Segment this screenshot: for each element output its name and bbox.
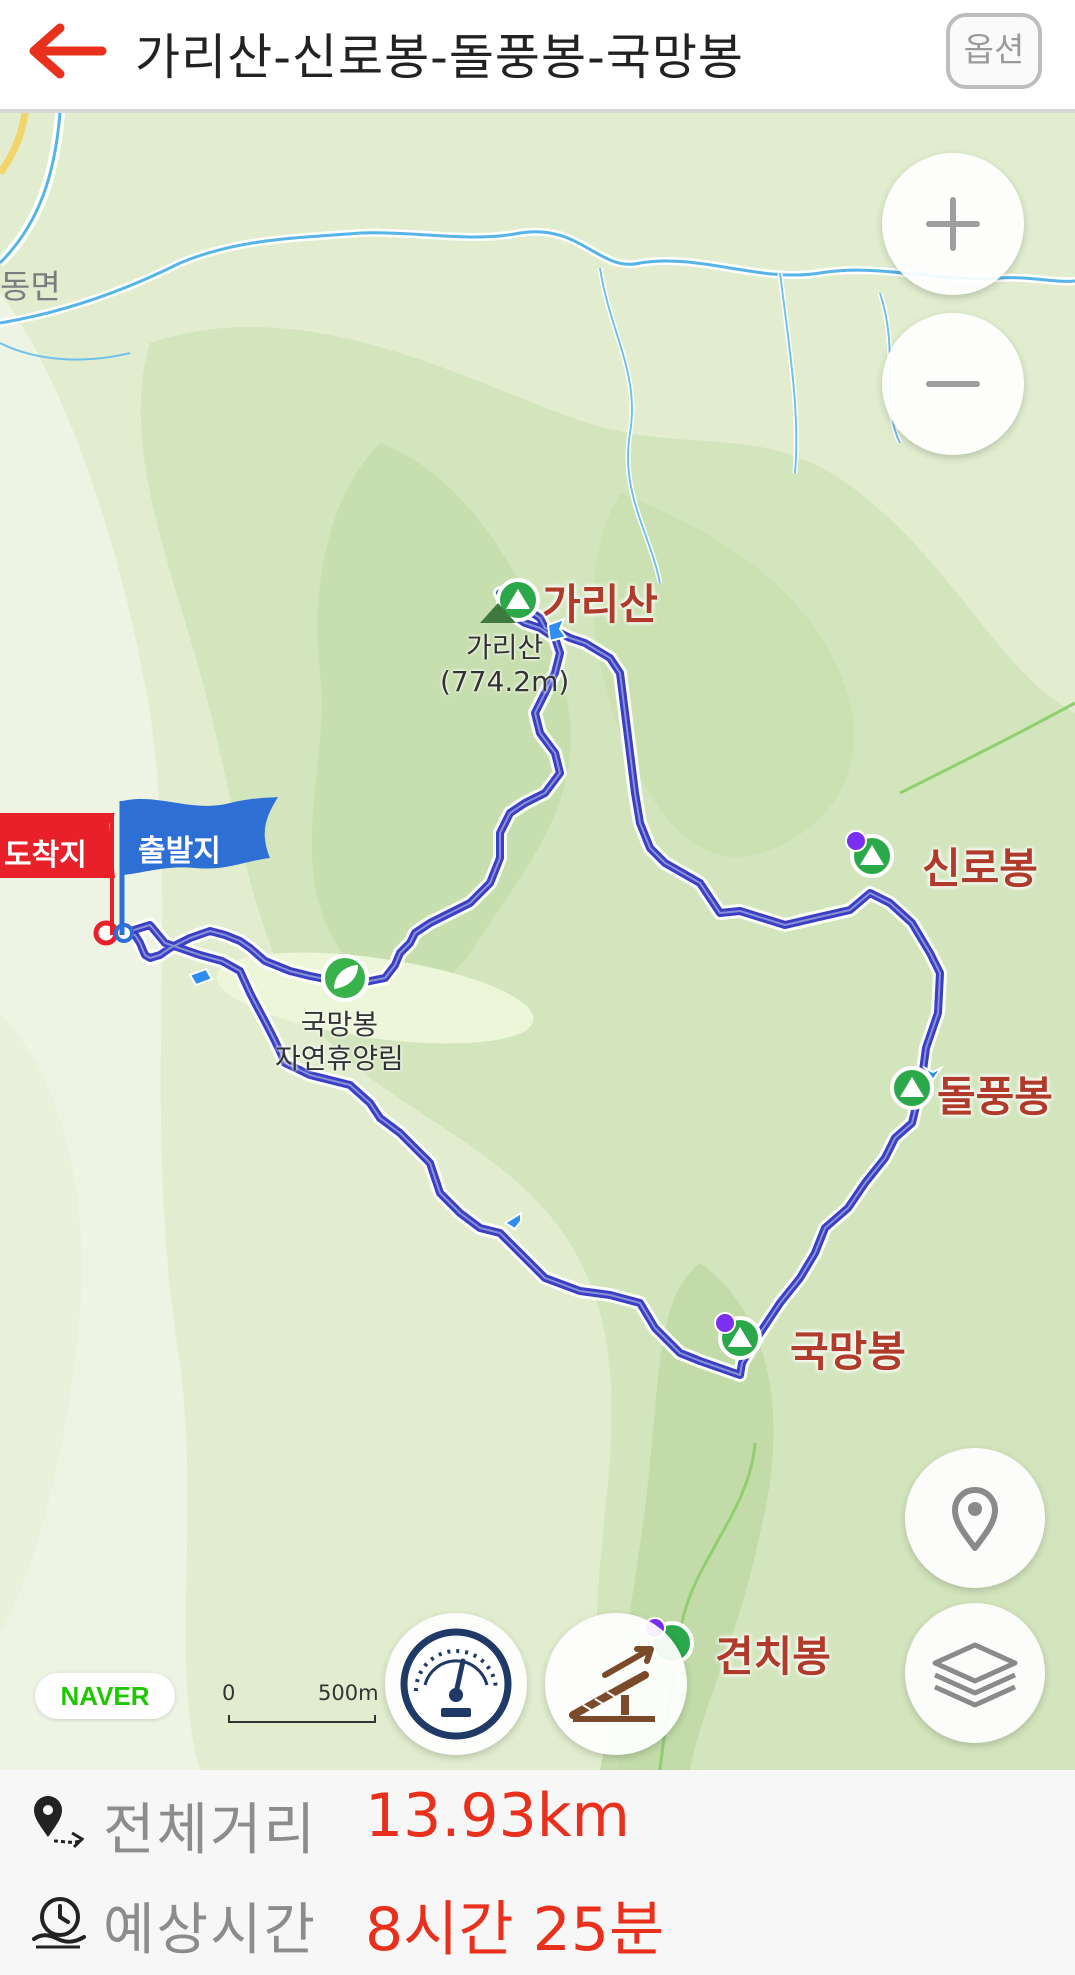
- summit-elevation: (774.2m): [440, 665, 570, 698]
- summit-name-label: 가리산 (774.2m): [440, 631, 569, 699]
- layers-icon: [932, 1642, 1018, 1708]
- start-flag-label: 출발지: [138, 834, 221, 869]
- peak-label-gyeonchibong[interactable]: 견치봉: [715, 1623, 831, 1684]
- route-distance-icon: [34, 1796, 85, 1849]
- leaf-marker-icon: [321, 954, 369, 1002]
- page-title: 가리산-신로봉-돌풍봉-국망봉: [135, 29, 745, 86]
- forest-label-line2: 자연휴양림: [275, 1042, 404, 1075]
- time-row: 예상시간 8시간 25분: [0, 1875, 1075, 1970]
- my-location-button[interactable]: [905, 1448, 1045, 1588]
- forest-label: 국망봉 자연휴양림: [275, 1008, 404, 1076]
- slope-icon: [569, 1646, 655, 1722]
- time-value: 8시간 25분: [365, 1895, 665, 1965]
- peak-label-gukmangbong[interactable]: 국망봉: [790, 1318, 906, 1379]
- naver-logo: NAVER: [35, 1673, 175, 1719]
- speedometer-button[interactable]: [385, 1613, 527, 1755]
- app-header: 가리산-신로봉-돌풍봉-국망봉 옵션: [0, 0, 1075, 113]
- distance-value: 13.93km: [365, 1781, 630, 1851]
- distance-row: 전체거리 13.93km: [0, 1775, 1075, 1870]
- town-label: 동면: [0, 267, 61, 306]
- slope-profile-button[interactable]: [545, 1613, 687, 1755]
- scale-end: 500m: [318, 1681, 379, 1705]
- minus-icon: [926, 381, 980, 387]
- back-arrow-icon[interactable]: [20, 16, 110, 86]
- options-button[interactable]: 옵션: [946, 13, 1042, 89]
- scale-start: 0: [222, 1681, 236, 1705]
- speedometer-icon: [400, 1628, 512, 1740]
- peak-label-garisan[interactable]: 가리산: [542, 571, 658, 632]
- estimated-time-icon: [32, 1897, 86, 1949]
- route-info-panel: 전체거리 13.93km 예상시간 8시간 25분: [0, 1770, 1075, 1975]
- forest-label-line1: 국망봉: [300, 1008, 379, 1041]
- distance-label: 전체거리: [103, 1798, 318, 1863]
- mountain-marker-icon: [480, 578, 540, 623]
- plus-icon: [926, 197, 980, 251]
- location-pin-icon: [952, 1487, 998, 1551]
- zoom-in-button[interactable]: [882, 153, 1024, 295]
- time-label: 예상시간: [103, 1898, 318, 1963]
- map-layers-button[interactable]: [905, 1603, 1045, 1743]
- peak-label-sinrobong[interactable]: 신로봉: [922, 835, 1038, 896]
- map-scale-bar: 0 500m: [222, 1673, 382, 1733]
- end-flag-label: 도착지: [4, 838, 87, 873]
- peak-label-dolpungbong[interactable]: 돌풍봉: [937, 1063, 1053, 1124]
- scale-bar-line: [228, 1715, 376, 1723]
- summit-name: 가리산: [466, 631, 544, 664]
- map-view[interactable]: 도착지 출발지 동면 가리산 신로봉 돌풍봉 국망봉 견치봉 가리산 (774.…: [0, 113, 1075, 1770]
- zoom-out-button[interactable]: [882, 313, 1024, 455]
